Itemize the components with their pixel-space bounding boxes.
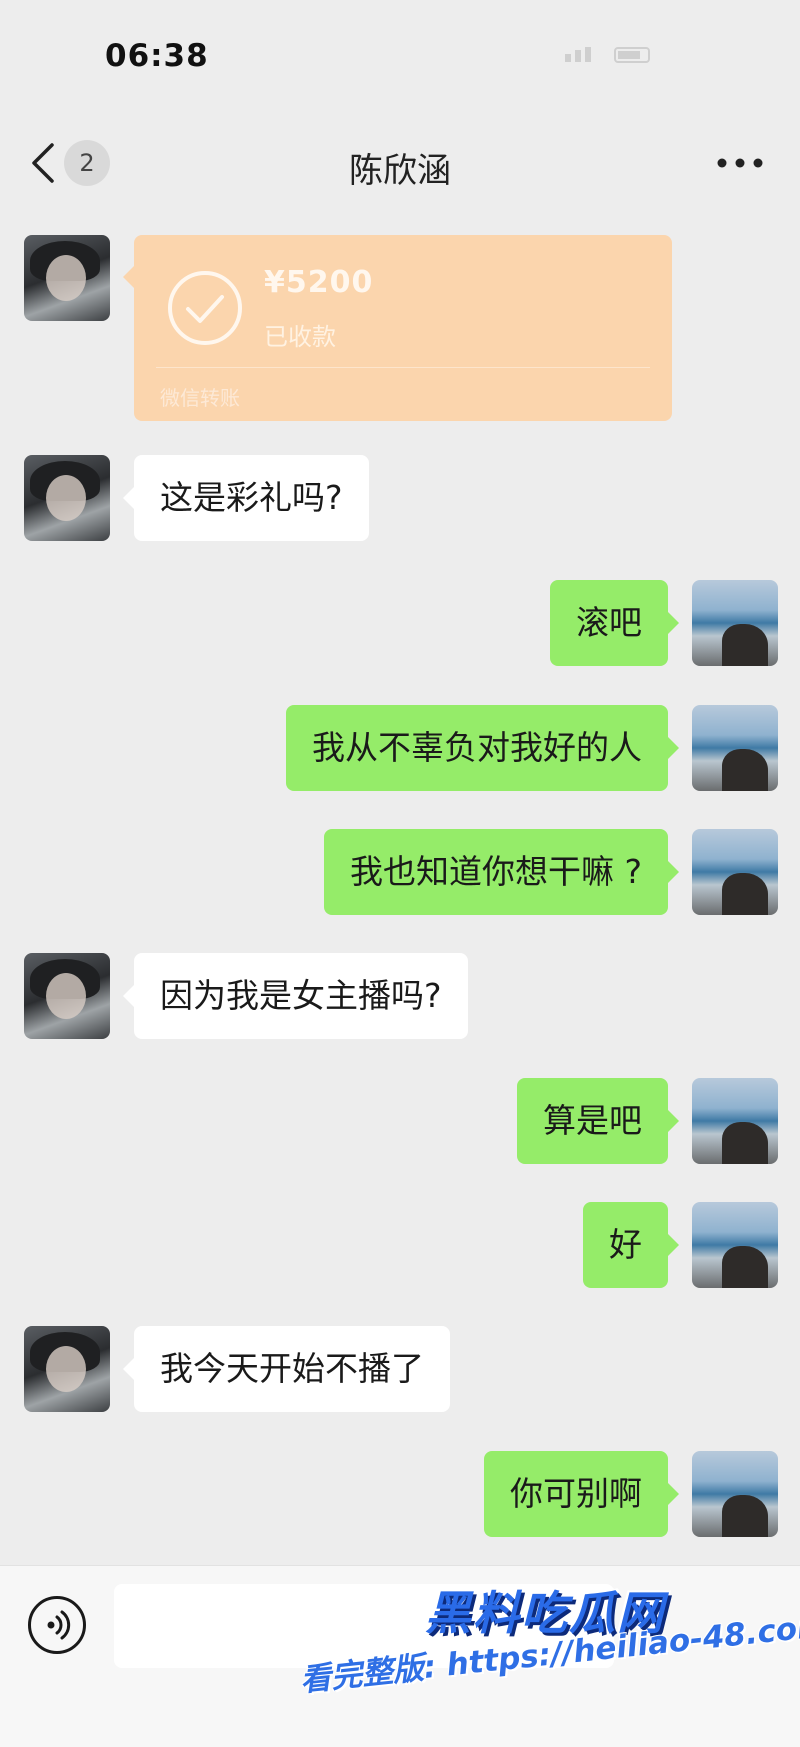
my-avatar[interactable] xyxy=(692,829,778,915)
contact-avatar[interactable] xyxy=(24,235,110,321)
status-icons xyxy=(565,47,650,63)
transfer-amount: ¥5200 xyxy=(264,265,374,300)
message-bubble-incoming[interactable]: 我今天开始不播了 xyxy=(123,1326,450,1412)
my-avatar[interactable] xyxy=(692,705,778,791)
my-avatar[interactable] xyxy=(692,1202,778,1288)
transfer-status: 已收款 xyxy=(264,323,336,351)
chat-header: 2 陈欣涵 xyxy=(0,115,800,215)
contact-avatar[interactable] xyxy=(24,455,110,541)
my-avatar[interactable] xyxy=(692,580,778,666)
message-bubble-incoming[interactable]: 因为我是女主播吗? xyxy=(123,953,468,1039)
message-bubble-incoming[interactable]: 这是彩礼吗? xyxy=(123,455,369,541)
message-list[interactable]: ¥5200 已收款 微信转账 这是彩礼吗? 滚吧 我从不辜负对我好的人 我也知道… xyxy=(0,215,800,1565)
status-bar: 06:38 xyxy=(0,0,800,115)
my-avatar[interactable] xyxy=(692,1451,778,1537)
transfer-card[interactable]: ¥5200 已收款 微信转账 xyxy=(123,235,672,421)
contact-avatar[interactable] xyxy=(24,1326,110,1412)
message-bubble-outgoing[interactable]: 好 xyxy=(583,1202,679,1288)
divider xyxy=(156,367,650,368)
message-bubble-outgoing[interactable]: 滚吧 xyxy=(550,580,679,666)
voice-input-button[interactable] xyxy=(28,1596,86,1654)
voice-icon xyxy=(47,1610,71,1640)
status-time: 06:38 xyxy=(105,38,209,74)
message-bubble-outgoing[interactable]: 算是吧 xyxy=(517,1078,679,1164)
message-bubble-outgoing[interactable]: 我从不辜负对我好的人 xyxy=(286,705,679,791)
transfer-footer: 微信转账 xyxy=(160,386,240,410)
message-bubble-outgoing[interactable]: 我也知道你想干嘛 ? xyxy=(323,829,680,915)
message-bubble-outgoing[interactable]: 你可别啊 xyxy=(484,1451,679,1537)
my-avatar[interactable] xyxy=(692,1078,778,1164)
chat-title: 陈欣涵 xyxy=(349,151,451,191)
more-icon[interactable] xyxy=(710,143,770,183)
check-circle-icon xyxy=(168,271,242,345)
contact-avatar[interactable] xyxy=(24,953,110,1039)
